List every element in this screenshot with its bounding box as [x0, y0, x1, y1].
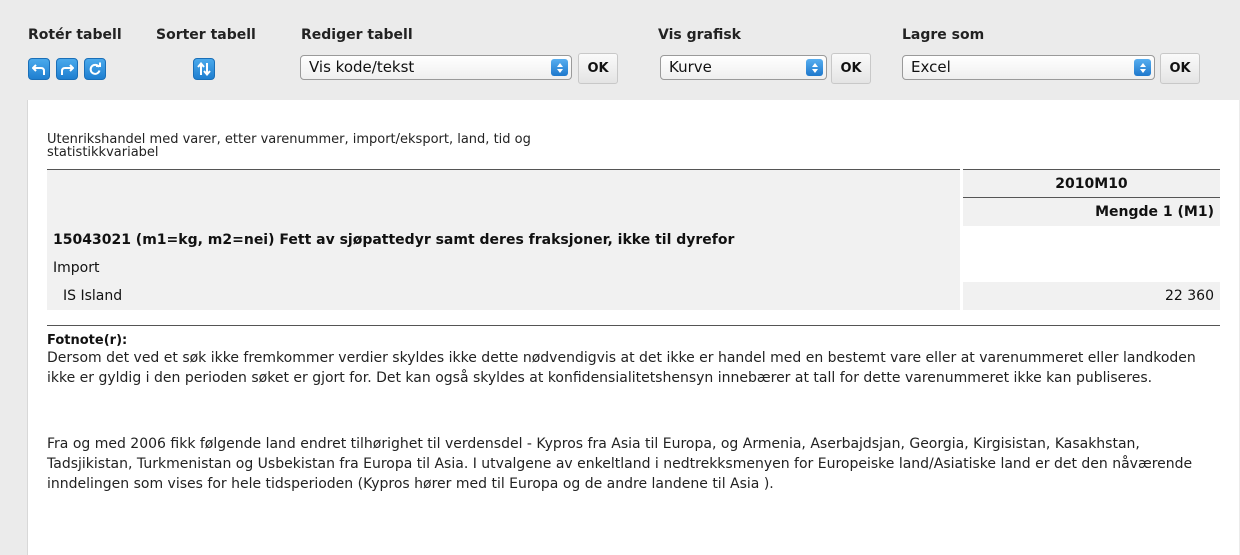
edit-select[interactable]: Vis kode/tekst [300, 55, 572, 80]
toolbar: Rotér tabell Sorter tabell Rediger tabel… [0, 0, 1240, 100]
rotate-left-button[interactable] [28, 58, 50, 80]
save-select-value: Excel [911, 58, 951, 76]
graph-group: Vis grafisk [658, 26, 741, 44]
sort-label: Sorter tabell [156, 27, 256, 43]
table-row: IS Island 22 360 [47, 281, 1220, 310]
graph-ok-button[interactable]: OK [831, 53, 871, 84]
variable-header: Mengde 1 (M1) [963, 197, 1220, 226]
refresh-button[interactable] [84, 58, 106, 80]
table-bottom-rule [47, 325, 1220, 326]
edit-select-value: Vis kode/tekst [309, 58, 415, 76]
rotate-right-icon [61, 64, 74, 75]
table-row: Import [47, 253, 1220, 282]
footnote-heading: Fotnote(r): [47, 333, 128, 348]
save-group: Lagre som [902, 26, 984, 44]
direction-cell: Import [47, 253, 960, 282]
table-header-row: 2010M10 [47, 169, 1220, 226]
data-table: 2010M10 Mengde 1 (M1) 15043021 (m1=kg, m… [47, 169, 1220, 310]
table-row: 15043021 (m1=kg, m2=nei) Fett av sjøpatt… [47, 225, 1220, 254]
save-select[interactable]: Excel [902, 55, 1155, 80]
footnote-1: Dersom det ved et søk ikke fremkommer ve… [47, 350, 1196, 386]
value-cell: 22 360 [963, 281, 1220, 310]
footnote-2: Fra og med 2006 fikk følgende land endre… [47, 436, 1193, 492]
sort-button[interactable] [193, 58, 215, 80]
refresh-icon [89, 62, 101, 75]
country-cell: IS Island [47, 281, 960, 310]
period-header: 2010M10 [963, 169, 1220, 198]
commodity-cell: 15043021 (m1=kg, m2=nei) Fett av sjøpatt… [47, 225, 960, 254]
graph-select-value: Kurve [669, 58, 712, 76]
rotate-left-icon [32, 64, 45, 75]
rotate-label: Rotér tabell [28, 27, 122, 43]
save-label: Lagre som [902, 27, 985, 43]
rotate-right-button[interactable] [56, 58, 78, 80]
select-arrows-icon [1134, 59, 1151, 76]
sort-icon [197, 62, 211, 76]
rotate-group: Rotér tabell [28, 26, 122, 44]
table-panel: Utenrikshandel med varer, etter varenumm… [27, 100, 1239, 555]
sort-icons [193, 58, 215, 80]
save-ok-button[interactable]: OK [1160, 53, 1200, 84]
rotate-icons [28, 58, 106, 80]
graph-label: Vis grafisk [658, 27, 741, 43]
table-title: Utenrikshandel med varer, etter varenumm… [47, 132, 531, 160]
select-arrows-icon [806, 59, 823, 76]
edit-ok-button[interactable]: OK [578, 53, 618, 84]
graph-select[interactable]: Kurve [660, 55, 827, 80]
select-arrows-icon [551, 59, 568, 76]
edit-label: Rediger tabell [301, 27, 413, 43]
edit-group: Rediger tabell [301, 26, 413, 44]
header-stub [47, 169, 960, 226]
sort-group: Sorter tabell [156, 26, 256, 44]
